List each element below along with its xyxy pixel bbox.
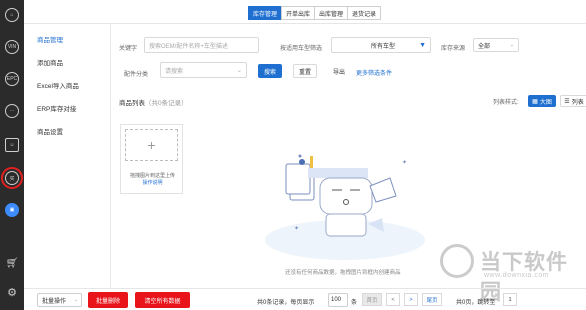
category-input[interactable]: 请搜索 ⌄ xyxy=(160,62,247,78)
contact-card-icon[interactable]: ☺ xyxy=(5,138,19,152)
svg-text:✦: ✦ xyxy=(294,225,299,232)
category-placeholder: 请搜索 xyxy=(165,68,184,75)
top-tab-bar: 库存管理 开单出库 出库管理 退货记录 xyxy=(248,6,382,20)
next-page-button[interactable]: > xyxy=(404,293,418,306)
cart-icon[interactable]: 🛒︎ xyxy=(5,256,19,270)
keyword-input[interactable]: 搜索OEM/配件名称+车型描述 xyxy=(144,37,259,53)
stock-source-value: 全部 xyxy=(478,43,491,50)
record-count: （共0条记录） xyxy=(145,100,188,107)
chevron-down-icon: ⌄ xyxy=(73,297,78,303)
product-icon[interactable]: ▣ xyxy=(5,203,19,217)
watermark-logo-icon xyxy=(440,244,474,278)
view-list-button[interactable]: ☰ 列表 xyxy=(560,95,586,107)
tab-inventory[interactable]: 库存管理 xyxy=(248,6,283,20)
upload-hint: 拖拽图片到这里上传 xyxy=(129,173,175,179)
epc-icon[interactable]: EPC xyxy=(5,72,19,86)
batch-action-value: 批量操作 xyxy=(42,298,67,305)
list-icon: ☰ xyxy=(564,98,570,105)
view-grid-label: 大图 xyxy=(539,99,552,106)
home-icon[interactable]: ⌂ xyxy=(5,8,19,22)
epc-icon-label: EPC xyxy=(6,76,18,82)
batch-action-select[interactable]: 批量操作 ⌄ xyxy=(37,293,82,307)
export-button[interactable]: 导出 xyxy=(327,64,351,78)
grid-icon: ▦ xyxy=(532,98,538,105)
page-total-label: 共0页，跳转至 xyxy=(456,300,496,306)
prev-page-button[interactable]: < xyxy=(386,293,400,306)
subnav-item-excel-import[interactable]: Excel导入商品 xyxy=(37,80,79,90)
search-button[interactable]: 搜索 xyxy=(258,64,282,78)
filter-icon: ▼ xyxy=(419,41,426,49)
chat-icon-label: ··· xyxy=(9,108,15,114)
batch-delete-button[interactable]: 批量删除 xyxy=(88,292,128,308)
plus-icon: + xyxy=(147,137,156,153)
record-summary: 共0条记录，每页显示 xyxy=(257,300,315,306)
tab-returns[interactable]: 退货记录 xyxy=(347,6,382,20)
subnav-item-add-product[interactable]: 添加商品 xyxy=(37,57,63,67)
view-grid-button[interactable]: ▦ 大图 xyxy=(528,95,556,107)
settings-icon[interactable]: ⚙︎ xyxy=(5,285,19,299)
upload-card[interactable]: + 拖拽图片到这里上传 操作说明 xyxy=(120,124,183,194)
stock-source-select[interactable]: 全部 ⌄ xyxy=(473,38,519,52)
app-icon-rail: ⌂ VIN EPC ··· ☺ 买 ▣ 🛒︎ ⚙︎ xyxy=(0,0,24,310)
watermark-url: www.downxia.com xyxy=(484,272,550,279)
subnav-item-erp-sync[interactable]: ERP库存对接 xyxy=(37,103,76,113)
page-size-value: 100 xyxy=(331,297,342,303)
clear-all-button[interactable]: 清空所有数据 xyxy=(135,292,190,308)
car-filter-value: 所有车型 xyxy=(370,43,395,50)
svg-text:✦: ✦ xyxy=(402,159,407,166)
view-style-label: 列表样式: xyxy=(493,100,519,106)
shop-icon-label: 买 xyxy=(9,175,15,182)
first-page-button[interactable]: 首页 xyxy=(362,293,382,306)
jump-page-input[interactable]: 1 xyxy=(503,293,517,306)
last-page-button[interactable]: 尾页 xyxy=(422,293,442,306)
chevron-down-icon: ⌄ xyxy=(236,67,242,74)
more-filters-link[interactable]: 更多筛选条件 xyxy=(356,68,392,77)
subnav-item-products[interactable]: 商品管理 xyxy=(37,34,63,44)
subnav-item-settings[interactable]: 商品设置 xyxy=(37,126,63,136)
upload-help-link[interactable]: 操作说明 xyxy=(121,179,184,186)
tab-issue-order[interactable]: 开单出库 xyxy=(281,6,316,20)
empty-state-hint: 还没有任何商品数据，拖拽图片到框内创建商品 xyxy=(285,270,401,276)
view-list-label: 列表 xyxy=(571,99,584,106)
page-size-unit: 条 xyxy=(351,300,358,306)
car-filter-label: 按适用车型筛选 xyxy=(280,46,323,52)
tab-outbound[interactable]: 出库管理 xyxy=(314,6,349,20)
shop-icon[interactable]: 买 xyxy=(1,167,23,189)
chevron-down-icon: ⌄ xyxy=(509,42,514,48)
vin-icon-label: VIN xyxy=(7,44,17,50)
stock-source-label: 库存来源 xyxy=(441,46,466,52)
list-title-text: 商品列表 xyxy=(119,100,145,107)
page-size-select[interactable]: 100 xyxy=(328,293,348,307)
upload-drop-zone[interactable]: + xyxy=(125,129,178,161)
vin-icon[interactable]: VIN xyxy=(5,40,19,54)
list-title: 商品列表（共0条记录） xyxy=(119,97,188,107)
divider xyxy=(24,288,586,289)
category-label: 配件分类 xyxy=(124,72,149,78)
reset-button[interactable]: 重置 xyxy=(293,64,317,78)
empty-state-illustration: ✦ ✦ xyxy=(265,154,425,260)
secondary-sidebar: 商品管理 添加商品 Excel导入商品 ERP库存对接 商品设置 xyxy=(24,24,111,288)
car-filter-select[interactable]: 所有车型 ▼ xyxy=(331,37,431,53)
chat-icon[interactable]: ··· xyxy=(5,104,19,118)
keyword-label: 关键字 xyxy=(119,46,138,52)
